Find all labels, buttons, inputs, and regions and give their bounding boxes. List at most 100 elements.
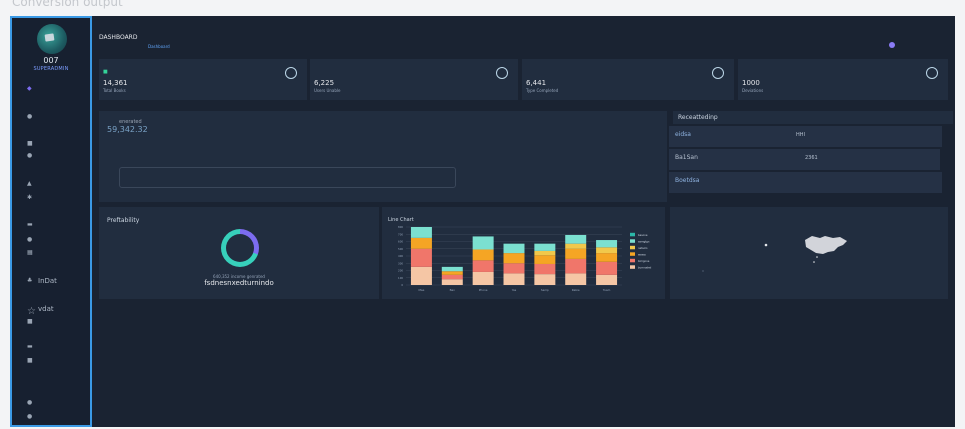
generated-input-box[interactable] bbox=[119, 167, 456, 188]
user-name: 007 bbox=[43, 56, 59, 65]
chart-bar-segment[interactable] bbox=[534, 243, 556, 251]
chart-bar-segment[interactable] bbox=[472, 271, 494, 285]
sidebar-item-folder-icon[interactable]: ● bbox=[27, 400, 32, 406]
circle-icon[interactable] bbox=[712, 67, 724, 79]
world-map bbox=[702, 236, 847, 272]
chart-bar-segment[interactable] bbox=[472, 260, 494, 272]
stat-card-users: 6,225 Users Unable bbox=[310, 59, 518, 100]
recent-row[interactable]: eidsa HHI bbox=[669, 126, 942, 147]
chart-y-tick-label: 0 bbox=[401, 283, 403, 287]
sidebar-item-truck-icon[interactable]: ▬ bbox=[27, 344, 33, 350]
profitability-big-text: fsdnesnxedturnindo bbox=[204, 279, 274, 287]
stat-value: 1000 bbox=[742, 79, 760, 87]
notification-dot-icon[interactable] bbox=[889, 42, 895, 48]
sidebar-item-vdat-label[interactable]: vdat bbox=[38, 305, 54, 313]
sidebar-item-logout-icon[interactable]: ● bbox=[27, 414, 32, 420]
chart-bar-segment[interactable] bbox=[472, 236, 494, 250]
chart-bar-segment[interactable] bbox=[534, 263, 556, 275]
chart-y-tick-label: 700 bbox=[398, 232, 403, 236]
chart-bar-segment[interactable] bbox=[503, 243, 525, 254]
chart-bar-segment[interactable] bbox=[534, 274, 556, 285]
sidebar-item-car-icon[interactable]: ▬ bbox=[27, 222, 33, 228]
sidebar-item-star-icon[interactable]: ✱ bbox=[27, 195, 32, 201]
chart-bar-segment[interactable] bbox=[410, 266, 432, 285]
recent-row[interactable]: Ba1San 2361 bbox=[669, 149, 940, 170]
chart-bar-segment[interactable] bbox=[565, 243, 587, 249]
sidebar-item-indat-label[interactable]: InDat bbox=[38, 277, 57, 285]
stat-label: Deviations bbox=[742, 88, 764, 93]
sidebar-item-database-icon[interactable]: ■ bbox=[27, 141, 33, 147]
stat-value: 6,225 bbox=[314, 79, 335, 87]
chart-bar-segment[interactable] bbox=[596, 253, 618, 262]
map-panel bbox=[670, 207, 948, 299]
chart-legend-swatch bbox=[630, 239, 635, 243]
sidebar-item-globe-icon[interactable]: ● bbox=[27, 153, 32, 159]
chart-bar-segment[interactable] bbox=[565, 234, 587, 244]
chart-bar-segment[interactable] bbox=[596, 247, 618, 254]
chart-bar-segment[interactable] bbox=[441, 266, 463, 272]
generated-panel: enerated 59,342.32 bbox=[99, 111, 667, 202]
chart-bar-segment[interactable] bbox=[410, 227, 432, 238]
chart-y-tick-label: 800 bbox=[398, 225, 403, 229]
sidebar-item-user-icon[interactable]: ▲ bbox=[27, 181, 32, 187]
circle-icon[interactable] bbox=[496, 67, 508, 79]
stat-card-deviations: 1000 Deviations bbox=[738, 59, 948, 100]
chart-x-tick-label: Yes bbox=[512, 288, 517, 292]
chart-legend-label[interactable]: bumnated bbox=[638, 265, 652, 269]
chart-x-tick-label: Tuam bbox=[602, 288, 611, 292]
dashboard-app: 007 SUPERADMIN ◆ ● ■ ● ▲ ✱ ▬ ● ▦ ♣ InDat… bbox=[10, 16, 955, 427]
chart-bar-segment[interactable] bbox=[410, 237, 432, 249]
circle-icon[interactable] bbox=[926, 67, 938, 79]
chart-legend-label[interactable]: asmgtgn bbox=[638, 239, 650, 243]
chart-legend-swatch bbox=[630, 232, 635, 237]
recent-row[interactable]: Boetdsa bbox=[669, 172, 942, 193]
chart-y-tick-label: 600 bbox=[398, 240, 403, 244]
avatar[interactable] bbox=[37, 24, 67, 54]
sidebar-item-settings-icon[interactable]: ● bbox=[27, 237, 32, 243]
chart-bar-segment[interactable] bbox=[410, 248, 432, 267]
chart-x-tick-label: Ban bbox=[450, 288, 456, 292]
chart-bar-segment[interactable] bbox=[565, 248, 587, 259]
chart-bar-segment[interactable] bbox=[596, 240, 618, 248]
chart-bar-segment[interactable] bbox=[534, 255, 556, 264]
chart-legend-swatch bbox=[630, 245, 635, 250]
chart-legend-label[interactable]: basone bbox=[638, 233, 648, 237]
user-role: SUPERADMIN bbox=[33, 66, 69, 72]
chart-y-tick-label: 100 bbox=[398, 276, 403, 280]
sidebar: 007 SUPERADMIN ◆ ● ■ ● ▲ ✱ ▬ ● ▦ ♣ InDat… bbox=[10, 16, 92, 427]
circle-icon[interactable] bbox=[285, 67, 297, 79]
sidebar-item-grid-icon[interactable]: ▦ bbox=[27, 250, 33, 256]
chart-bar-segment[interactable] bbox=[596, 274, 618, 285]
sidebar-item-indat-icon[interactable]: ♣ bbox=[27, 278, 32, 284]
chart-bar-segment[interactable] bbox=[565, 273, 587, 285]
chart-bar-segment[interactable] bbox=[503, 253, 525, 264]
sidebar-item-home-icon[interactable]: ◆ bbox=[27, 86, 32, 92]
chart-bar-segment[interactable] bbox=[441, 271, 463, 275]
chart-bar-segment[interactable] bbox=[503, 273, 525, 285]
profitability-panel: Preftability 640,352 income genrated fsd… bbox=[99, 207, 379, 299]
sidebar-item-box-icon[interactable]: ■ bbox=[27, 358, 33, 364]
stat-value: 6,441 bbox=[526, 79, 547, 87]
chart-bar-segment[interactable] bbox=[565, 258, 587, 274]
chart-bar-segment[interactable] bbox=[503, 263, 525, 274]
recent-row-name: Ba1San bbox=[675, 154, 698, 161]
stat-card-completed: 6,441 Type Completed bbox=[522, 59, 734, 100]
chart-legend-label[interactable]: netsolo bbox=[638, 246, 648, 250]
sidebar-item-vdat-sub-icon[interactable]: ■ bbox=[27, 319, 33, 325]
sidebar-item-users-icon[interactable]: ● bbox=[27, 114, 32, 120]
recent-row-value: 2361 bbox=[805, 155, 818, 161]
stat-label: Users Unable bbox=[314, 88, 341, 93]
chart-bar-segment[interactable] bbox=[596, 261, 618, 275]
chart-legend-label[interactable]: bimgone bbox=[638, 259, 650, 263]
chart-bar-segment[interactable] bbox=[534, 250, 556, 256]
line-chart-svg: 800 700 600 500 400 300 200 100 0 Mae Ban Phone Yes S… bbox=[398, 225, 652, 292]
chart-x-tick-label: Samp bbox=[541, 288, 549, 292]
chart-bar-segment[interactable] bbox=[472, 249, 494, 261]
page-caption: Conversion output bbox=[12, 0, 123, 9]
chart-bar-segment[interactable] bbox=[441, 279, 463, 285]
stat-label: Type Completed bbox=[526, 88, 559, 93]
chart-legend-label[interactable]: wsess bbox=[638, 253, 646, 256]
chart-bar-segment[interactable] bbox=[441, 274, 463, 280]
breadcrumb[interactable]: Dashboard bbox=[148, 44, 170, 49]
sidebar-item-vdat-star-icon[interactable]: ☆ bbox=[27, 307, 36, 317]
